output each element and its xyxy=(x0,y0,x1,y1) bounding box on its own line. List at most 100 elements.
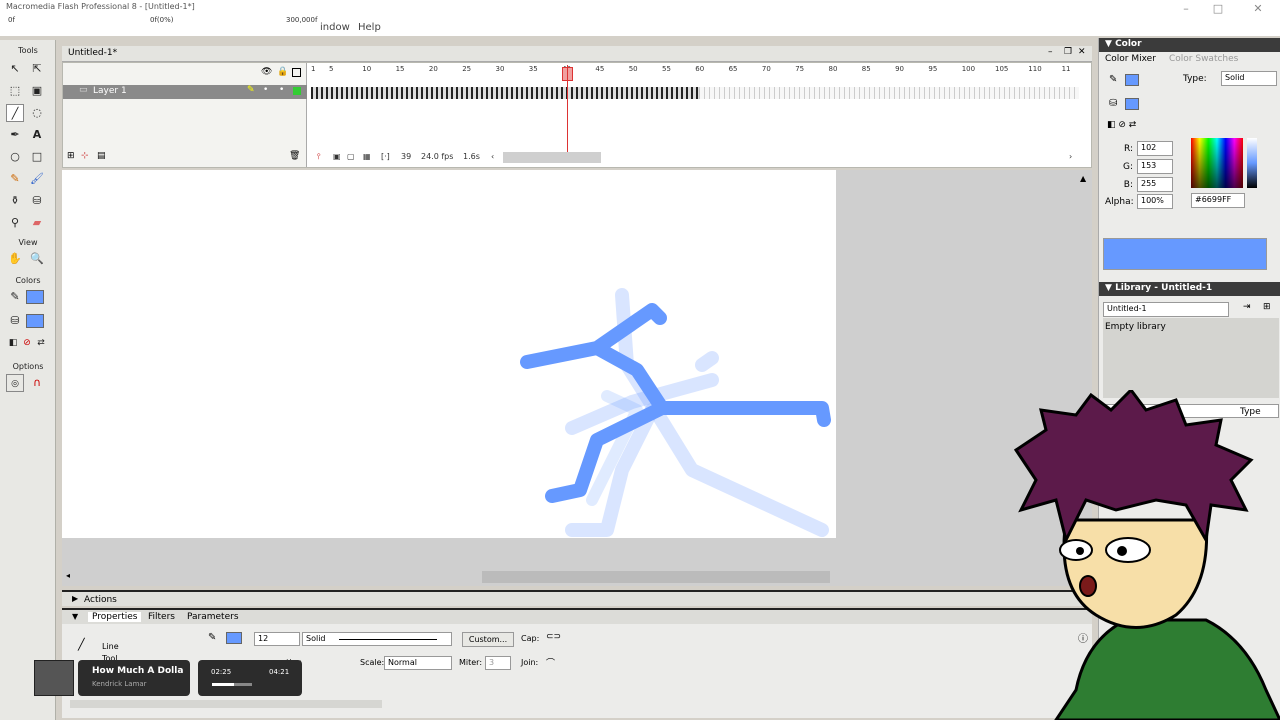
hex-field[interactable]: #6699FF xyxy=(1191,193,1245,208)
frame-span-filled[interactable] xyxy=(311,87,699,99)
free-transform-icon[interactable]: ⬚ xyxy=(6,82,24,100)
stroke-color-chip[interactable] xyxy=(226,632,242,644)
eyedropper-icon[interactable]: ⚲ xyxy=(6,214,24,232)
zoom-tool-icon[interactable]: 🔍 xyxy=(28,250,46,268)
object-drawing-icon[interactable]: ◎ xyxy=(6,374,24,392)
miter-field[interactable]: 3 xyxy=(485,656,511,670)
document-tab[interactable]: Untitled-1* xyxy=(68,48,117,58)
onion-skin-icon[interactable]: ▣ xyxy=(333,152,341,161)
tab-parameters[interactable]: Parameters xyxy=(187,612,239,622)
layer-lock-dot[interactable]: • xyxy=(279,85,284,95)
color-spectrum[interactable] xyxy=(1191,138,1243,188)
subselect-tool-icon[interactable]: ⇱ xyxy=(28,60,46,78)
frame-ruler[interactable]: 1510152025303540455055606570758085909510… xyxy=(309,65,1089,77)
rectangle-tool-icon[interactable]: □ xyxy=(28,148,46,166)
stroke-height-field[interactable]: 12 xyxy=(254,632,300,646)
g-field[interactable]: 153 xyxy=(1137,159,1173,174)
modify-markers-icon[interactable]: [·] xyxy=(381,152,390,161)
collapse-arrow-icon[interactable]: ▼ xyxy=(72,612,78,621)
fill-mixer-icon[interactable]: ⛁ xyxy=(1109,98,1117,109)
scroll-right-icon[interactable]: › xyxy=(1069,152,1072,161)
stage-scroll-up-icon[interactable]: ▲ xyxy=(1080,174,1086,183)
maximize-button[interactable]: □ xyxy=(1208,2,1228,16)
add-guide-icon[interactable]: ⊹ xyxy=(81,151,89,161)
insert-layer-icon[interactable]: ⊞ xyxy=(67,151,75,161)
paint-bucket-icon[interactable]: ⛁ xyxy=(28,192,46,210)
text-tool-icon[interactable]: A xyxy=(28,126,46,144)
bw-mixer-icon[interactable]: ◧ ⊘ ⇄ xyxy=(1107,120,1136,130)
library-doc-select[interactable]: Untitled-1 xyxy=(1103,302,1229,317)
outline-icon[interactable] xyxy=(292,68,301,77)
pin-library-icon[interactable]: ⇥ xyxy=(1243,302,1251,312)
oval-tool-icon[interactable]: ○ xyxy=(6,148,24,166)
join-select-icon[interactable]: ⌒ xyxy=(546,656,555,669)
props-hscroll[interactable] xyxy=(70,700,382,708)
custom-button[interactable]: Custom... xyxy=(462,632,514,647)
stage-hscroll-thumb[interactable] xyxy=(482,571,830,583)
stage-scroll-left-icon[interactable]: ◂ xyxy=(66,571,70,580)
layer-row[interactable]: ▭ Layer 1 ✎ • • xyxy=(63,85,307,99)
center-frame-icon[interactable]: ⫯ xyxy=(317,152,320,162)
lock-icon[interactable]: 🔒 xyxy=(277,67,288,77)
eye-icon[interactable]: 👁 xyxy=(261,67,272,77)
swap-colors-icon[interactable]: ⇄ xyxy=(32,334,50,352)
layer-visible-dot[interactable]: • xyxy=(263,85,268,95)
insert-folder-icon[interactable]: ▤ xyxy=(97,151,106,161)
tab-color-mixer[interactable]: Color Mixer xyxy=(1105,54,1156,64)
arrow-tool-icon[interactable]: ↖ xyxy=(6,60,24,78)
tab-filters[interactable]: Filters xyxy=(148,612,175,622)
ruler-tick-label: 100 xyxy=(961,65,976,73)
close-button[interactable]: ✕ xyxy=(1248,2,1268,16)
delete-layer-icon[interactable]: 🗑 xyxy=(289,151,300,161)
tab-properties[interactable]: Properties xyxy=(88,612,142,622)
fill-transform-icon[interactable]: ▣ xyxy=(28,82,46,100)
menu-window[interactable]: indow xyxy=(320,22,350,33)
scroll-left-icon[interactable]: ‹ xyxy=(491,152,494,161)
lasso-tool-icon[interactable]: ◌ xyxy=(28,104,46,122)
tab-color-swatches[interactable]: Color Swatches xyxy=(1169,54,1238,64)
eraser-icon[interactable]: ▰ xyxy=(28,214,46,232)
type-select[interactable]: Solid xyxy=(1221,71,1277,86)
fill-color-swatch[interactable] xyxy=(26,314,44,328)
alpha-field[interactable]: 100% xyxy=(1137,194,1173,209)
ink-bottle-icon[interactable]: ⚱ xyxy=(6,192,24,210)
timeline-scrollbar-thumb[interactable] xyxy=(503,152,601,163)
menu-help[interactable]: Help xyxy=(358,22,381,33)
stroke-style-select[interactable]: Solid xyxy=(302,632,452,646)
snap-magnet-icon[interactable]: ∩ xyxy=(28,374,46,392)
pencil-edit-icon: ✎ xyxy=(247,85,255,95)
b-field[interactable]: 255 xyxy=(1137,177,1173,192)
brightness-slider[interactable] xyxy=(1247,138,1257,188)
color-panel-header[interactable]: ▼ Color xyxy=(1099,38,1280,52)
ruler-tick-label: 105 xyxy=(995,65,1009,73)
new-library-icon[interactable]: ⊞ xyxy=(1263,302,1271,312)
actions-panel-header[interactable]: ▶ Actions xyxy=(62,590,1092,606)
layer-name[interactable]: Layer 1 xyxy=(93,86,127,96)
ruler-tick-label: 10 xyxy=(362,65,372,73)
scale-select[interactable]: Normal xyxy=(384,656,452,670)
pencil-tool-icon[interactable]: ✎ xyxy=(6,170,24,188)
minimize-button[interactable]: – xyxy=(1176,2,1196,16)
line-tool-icon[interactable]: ╱ xyxy=(6,104,24,122)
hand-tool-icon[interactable]: ✋ xyxy=(6,250,24,268)
cap-select-icon[interactable]: ⊂⊃ xyxy=(546,632,561,642)
r-field[interactable]: 102 xyxy=(1137,141,1173,156)
stroke-mixer-icon[interactable]: ✎ xyxy=(1109,74,1117,85)
frame-span-empty[interactable] xyxy=(699,87,1079,99)
edit-multiple-icon[interactable]: ▦ xyxy=(363,152,371,161)
layer-outline-color[interactable] xyxy=(293,87,301,95)
stroke-mixer-swatch[interactable] xyxy=(1125,74,1139,86)
fill-mixer-swatch[interactable] xyxy=(1125,98,1139,110)
playback-progress[interactable] xyxy=(212,683,252,686)
doc-minimize-icon[interactable]: – xyxy=(1048,47,1053,57)
fill-color-icon[interactable]: ⛁ xyxy=(6,312,24,330)
pen-tool-icon[interactable]: ✒ xyxy=(6,126,24,144)
stroke-color-swatch[interactable] xyxy=(26,290,44,304)
library-panel-header[interactable]: ▼ Library - Untitled-1 xyxy=(1099,282,1280,296)
doc-close-icon[interactable]: ✕ xyxy=(1078,47,1086,57)
brush-tool-icon[interactable]: 🖌 xyxy=(28,170,46,188)
onion-outline-icon[interactable]: ▢ xyxy=(347,152,355,161)
doc-restore-icon[interactable]: ❐ xyxy=(1064,47,1072,57)
stage-canvas[interactable] xyxy=(62,170,836,538)
stroke-color-icon[interactable]: ✎ xyxy=(6,288,24,306)
